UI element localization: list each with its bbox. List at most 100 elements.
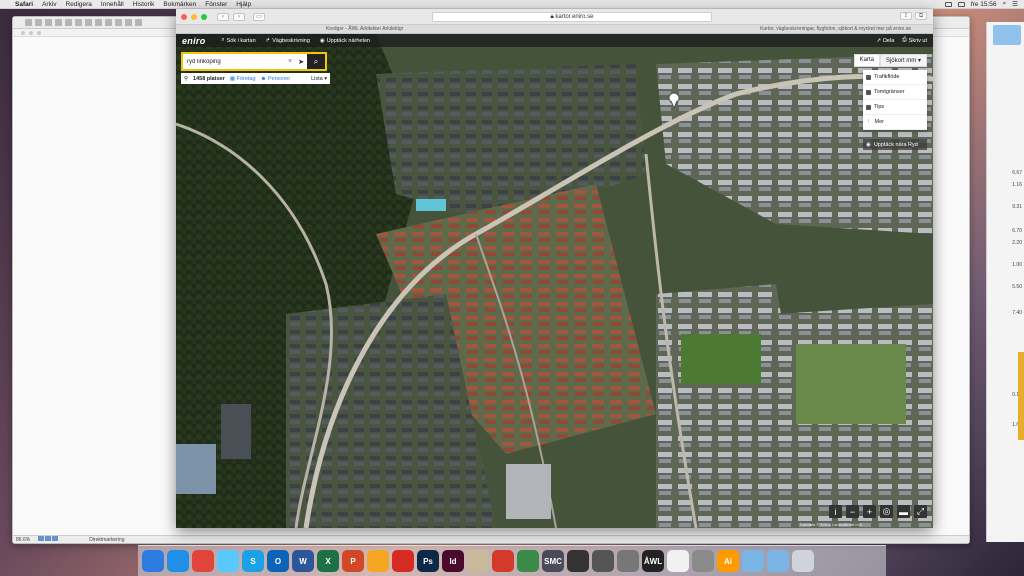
locate-icon[interactable]: ➤: [295, 58, 307, 66]
smc-icon[interactable]: SMC: [542, 550, 564, 572]
menu-item-redigera[interactable]: Redigera: [66, 1, 92, 8]
illustrator-icon[interactable]: Ai: [717, 550, 739, 572]
sidebar-toggle-button[interactable]: ▭: [253, 12, 265, 21]
back-button[interactable]: ‹: [217, 12, 229, 21]
forward-button[interactable]: ›: [233, 12, 245, 21]
tool-icon[interactable]: [115, 19, 122, 26]
word-icon[interactable]: W: [292, 550, 314, 572]
app-icon[interactable]: [617, 550, 639, 572]
menu-item-arkiv[interactable]: Arkiv: [42, 1, 56, 8]
right-window: 6.67 1.16 9.31 6.70 2.20 1.00 5.50 7.40 …: [986, 22, 1024, 542]
map-type-karta[interactable]: Karta: [853, 54, 880, 67]
folder-icon[interactable]: [767, 550, 789, 572]
close-window-button[interactable]: [181, 13, 187, 20]
explore-label: Upptäck nära Ryd: [873, 141, 918, 148]
tool-icon[interactable]: [85, 19, 92, 26]
zoom-in-button[interactable]: +: [863, 505, 876, 518]
spotlight-icon[interactable]: ⌕: [1003, 0, 1007, 8]
wifi-icon[interactable]: [944, 1, 952, 7]
minimize-window-button[interactable]: [191, 13, 197, 20]
outlook-icon[interactable]: O: [267, 550, 289, 572]
skype-icon[interactable]: S: [242, 550, 264, 572]
map-type-sjokort[interactable]: Sjökort mm ▾: [879, 54, 927, 67]
excel-icon[interactable]: X: [317, 550, 339, 572]
menu-item-hjalp[interactable]: Hjälp: [236, 1, 251, 8]
tool-icon[interactable]: [25, 19, 32, 26]
search-input[interactable]: [183, 54, 285, 69]
nav-explore[interactable]: ◉ Upptäck närheten: [320, 38, 370, 44]
finder-icon[interactable]: [142, 550, 164, 572]
menu-item-bokmarken[interactable]: Bokmärken: [163, 1, 196, 8]
tab-dot-icon[interactable]: [21, 31, 25, 35]
menu-item-innehall[interactable]: Innehåll: [101, 1, 124, 8]
search-button[interactable]: ⌕: [307, 54, 325, 69]
tab-kredger[interactable]: Kredger - ÅWL Arkitekter Arkitektgr: [326, 26, 403, 32]
powerpoint-icon[interactable]: P: [342, 550, 364, 572]
show-tabs-button[interactable]: ⧉: [915, 12, 927, 20]
list-dropdown[interactable]: Lista ▾: [311, 76, 327, 82]
view-button[interactable]: [52, 536, 59, 541]
zoom-out-button[interactable]: −: [846, 505, 859, 518]
eniro-logo[interactable]: eniro: [182, 36, 206, 46]
clock[interactable]: fre 15:56: [971, 1, 997, 8]
tool-icon[interactable]: [65, 19, 72, 26]
tool-icon[interactable]: [125, 19, 132, 26]
menu-item-fonster[interactable]: Fönster: [205, 1, 227, 8]
info-button[interactable]: i: [829, 505, 842, 518]
filter-persons[interactable]: ☻ Personer: [261, 76, 291, 82]
trash-icon[interactable]: [792, 550, 814, 572]
acrobat-icon[interactable]: [392, 550, 414, 572]
share-link[interactable]: ↗ Dela: [876, 37, 894, 44]
app-icon[interactable]: [567, 550, 589, 572]
battery-icon[interactable]: [957, 1, 965, 7]
chrome-icon[interactable]: [192, 550, 214, 572]
nav-route[interactable]: ↱ Vägbeskrivning: [266, 38, 310, 44]
print-link[interactable]: ⎙ Skriv ut: [902, 37, 927, 44]
menu-item-safari[interactable]: Safari: [15, 1, 33, 8]
tool-icon[interactable]: [75, 19, 82, 26]
safari-icon[interactable]: [167, 550, 189, 572]
vectorworks-icon[interactable]: [517, 550, 539, 572]
share-button[interactable]: ⇪: [900, 12, 912, 20]
awl-icon[interactable]: ÅWL: [642, 550, 664, 572]
app-icon[interactable]: [592, 550, 614, 572]
fullscreen-button[interactable]: ⤢: [914, 505, 927, 518]
explore-nearby-button[interactable]: ◉ Upptäck nära Ryd: [863, 139, 927, 150]
tab-dot-icon[interactable]: [29, 31, 33, 35]
photoshop-icon[interactable]: Ps: [417, 550, 439, 572]
layer-borders[interactable]: Tomtgränser: [863, 85, 927, 100]
zoom-level[interactable]: 86.6%: [16, 537, 30, 543]
tool-icon[interactable]: [95, 19, 102, 26]
tool-icon[interactable]: [35, 19, 42, 26]
filter-companies[interactable]: ▦ Företag: [230, 76, 256, 82]
view-button[interactable]: [38, 536, 45, 541]
menu-list-icon[interactable]: ☰: [1012, 0, 1018, 8]
tool-icon[interactable]: [55, 19, 62, 26]
folder-icon[interactable]: [993, 25, 1021, 45]
folder-icon[interactable]: [742, 550, 764, 572]
tool-icon[interactable]: [105, 19, 112, 26]
zoom-window-button[interactable]: [201, 13, 207, 20]
tab-eniro[interactable]: Kartor, vägbeskrivningar, flygfoton, sjö…: [760, 26, 911, 32]
photos-icon[interactable]: [367, 550, 389, 572]
nav-search-map[interactable]: ⌕ Sök i kartan: [222, 37, 256, 44]
view-button[interactable]: [45, 536, 52, 541]
sketchup-icon[interactable]: [492, 550, 514, 572]
settings-icon[interactable]: [692, 550, 714, 572]
tab-dot-icon[interactable]: [37, 31, 41, 35]
locate-button[interactable]: ◎: [880, 505, 893, 518]
layer-tips[interactable]: Tips: [863, 100, 927, 115]
layer-more[interactable]: ⋮ Mer: [863, 115, 927, 130]
textedit-icon[interactable]: [467, 550, 489, 572]
tool-icon[interactable]: [45, 19, 52, 26]
messages-icon[interactable]: [217, 550, 239, 572]
tool-icon[interactable]: [135, 19, 142, 26]
clear-icon[interactable]: ×: [285, 58, 295, 65]
calendar-icon[interactable]: [667, 550, 689, 572]
indesign-icon[interactable]: Id: [442, 550, 464, 572]
address-bar[interactable]: 🔒︎ kartor.eniro.se: [432, 12, 712, 22]
menu-item-historik[interactable]: Historik: [133, 1, 155, 8]
measure-button[interactable]: ▬: [897, 505, 910, 518]
layer-traffic[interactable]: Trafikflöde: [863, 70, 927, 85]
satellite-map[interactable]: [176, 34, 933, 528]
